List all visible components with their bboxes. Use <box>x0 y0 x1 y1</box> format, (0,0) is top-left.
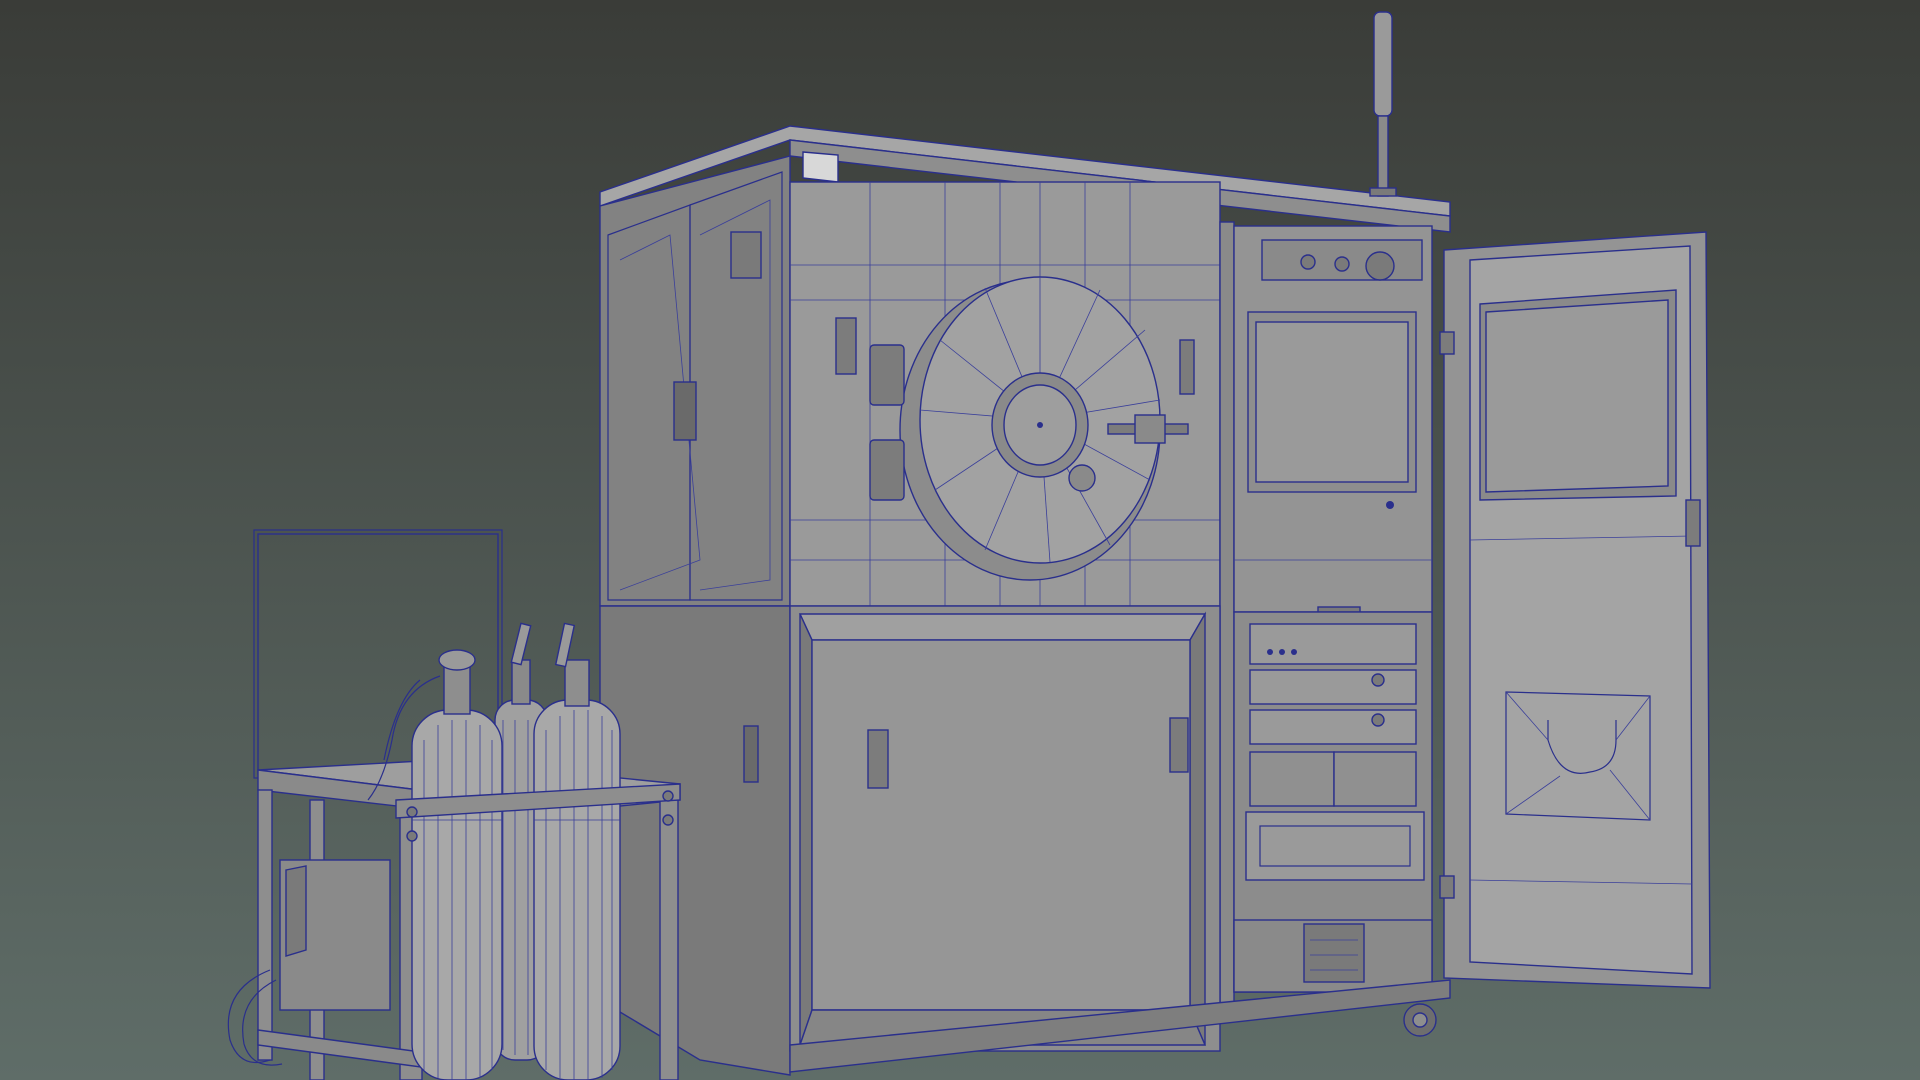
main-cabinet[interactable] <box>599 125 1451 1076</box>
cylinder-left-valve <box>443 665 471 715</box>
cylinder-right-body <box>533 699 621 1080</box>
rack-unit-2 <box>1249 669 1417 705</box>
rack-unit-4 <box>1245 811 1425 881</box>
control-dial[interactable] <box>1365 251 1395 281</box>
cart-leg-1 <box>257 789 273 1061</box>
cart-bolt-3 <box>406 830 418 842</box>
mast-base <box>1369 187 1397 197</box>
rack-unit-3 <box>1249 709 1417 745</box>
cabinet-left-side-lower <box>599 605 791 1076</box>
rack-blank-right <box>1333 751 1417 807</box>
door-latch-knob <box>1134 414 1166 444</box>
mast-top <box>1373 11 1393 117</box>
side-door-window-pane <box>1485 299 1669 493</box>
lower-door-bevel-top <box>798 613 1207 641</box>
side-door-hinge-top <box>1439 331 1455 355</box>
lower-door-face[interactable] <box>811 639 1191 1011</box>
left-side-handle <box>673 381 697 441</box>
3d-viewport[interactable] <box>0 0 1920 1080</box>
lower-door-bevel-right <box>1189 611 1206 1046</box>
door-hinge-lower <box>869 439 905 501</box>
cylinder-left-body <box>411 709 503 1080</box>
cart-leg-4 <box>659 799 679 1080</box>
lower-door-handle-right[interactable] <box>1169 717 1189 773</box>
cabinet-divider-column <box>1219 221 1235 1013</box>
door-valve-icon <box>1068 464 1096 492</box>
control-slot <box>1317 606 1361 613</box>
control-knob-1[interactable] <box>1300 254 1316 270</box>
lower-left-handle <box>743 725 759 783</box>
cabinet-left-side-upper <box>599 155 791 607</box>
front-upper-handle-left <box>835 317 857 375</box>
rack-blank-left <box>1249 751 1335 807</box>
cabinet-top-highlight <box>802 151 839 183</box>
open-side-door[interactable] <box>1439 231 1711 989</box>
antenna-mast[interactable] <box>1369 11 1397 197</box>
door-hinge-upper <box>869 344 905 406</box>
cylinder-right-valve <box>564 659 590 707</box>
cart-bolt-1 <box>406 806 418 818</box>
cart-box-panel <box>285 865 307 957</box>
cylinder-back-valve <box>511 659 531 705</box>
wireframe-scene <box>227 11 1711 1080</box>
side-door-hinge-bottom <box>1439 875 1455 899</box>
cart-bolt-2 <box>662 790 674 802</box>
front-upper-handle-right <box>1179 339 1195 395</box>
left-side-badge <box>730 231 762 279</box>
rack-unit-1 <box>1249 623 1417 665</box>
monitor-screen <box>1255 321 1409 483</box>
lower-door-handle-left[interactable] <box>867 729 889 789</box>
cylinder-back-regulator <box>510 622 532 666</box>
lower-door-bevel-left <box>799 613 813 1046</box>
side-door-latch[interactable] <box>1685 499 1701 547</box>
control-vent-grille <box>1303 923 1365 983</box>
mast-rod <box>1377 115 1389 197</box>
control-knob-2[interactable] <box>1334 256 1350 272</box>
cart-bolt-4 <box>662 814 674 826</box>
cylinder-left-cap <box>438 649 476 671</box>
